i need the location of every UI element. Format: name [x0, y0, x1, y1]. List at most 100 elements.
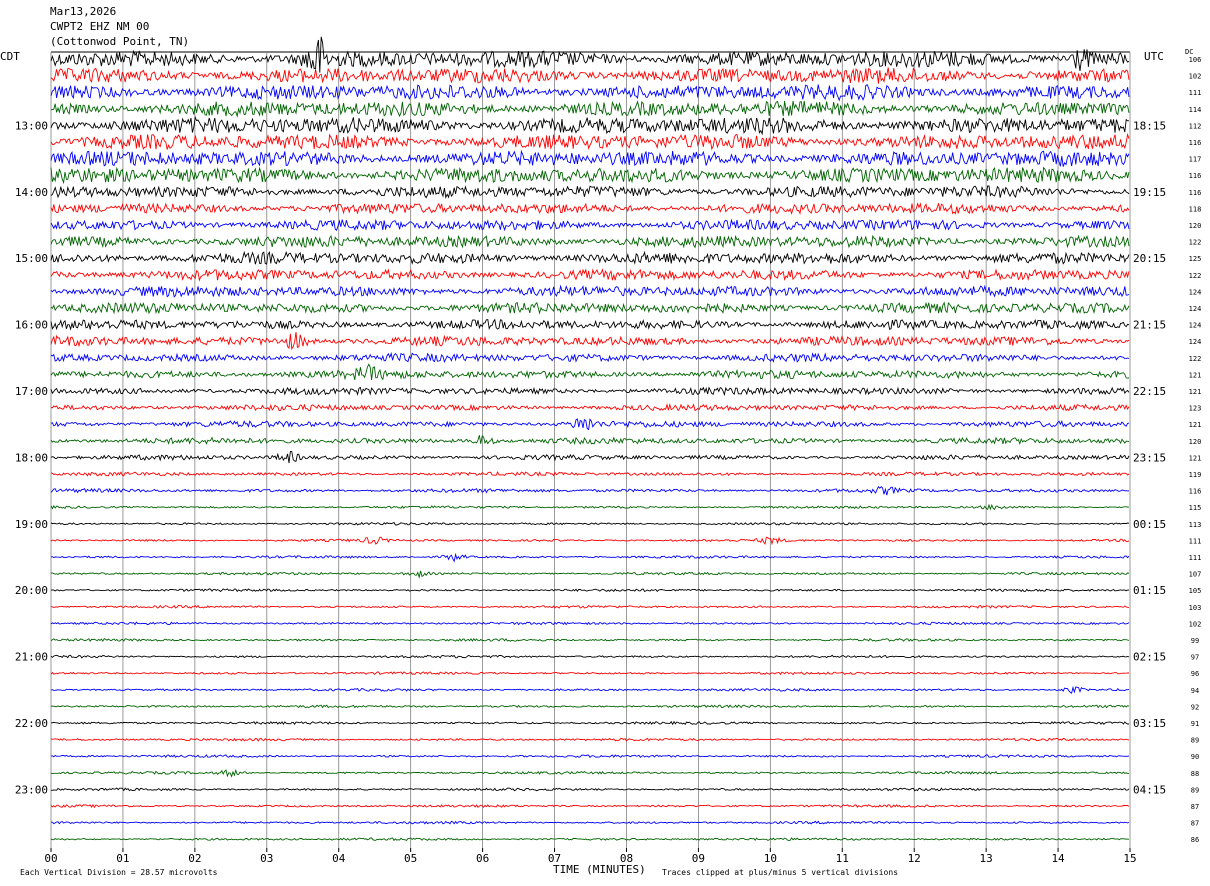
dc-offset-label: 106 [1189, 56, 1202, 64]
right-hour-label: 00:15 [1133, 518, 1166, 531]
x-tick-label: 01 [116, 852, 129, 865]
dc-offset-label: 87 [1191, 803, 1199, 811]
dc-offset-label: 121 [1189, 421, 1202, 429]
right-hour-label: 03:15 [1133, 717, 1166, 730]
right-hour-label: 01:15 [1133, 584, 1166, 597]
dc-offset-label: 88 [1191, 770, 1199, 778]
left-hour-label: 23:00 [15, 783, 48, 796]
dc-offset-label: 122 [1189, 239, 1202, 247]
seismic-trace [51, 720, 1129, 726]
right-hour-label: 19:15 [1133, 186, 1166, 199]
left-hour-label: 18:00 [15, 451, 48, 464]
dc-offset-label: 116 [1189, 488, 1202, 496]
seismic-trace [50, 318, 1130, 331]
dc-offset-label: 114 [1189, 106, 1202, 114]
seismic-trace [50, 36, 1130, 73]
seismic-trace [50, 654, 1130, 659]
seismic-trace [50, 485, 1130, 496]
right-hour-label: 20:15 [1133, 252, 1166, 265]
seismic-trace [50, 588, 1130, 593]
dc-offset-label: 120 [1189, 438, 1202, 446]
dc-offset-label: 115 [1189, 504, 1202, 512]
seismic-trace [50, 84, 1130, 102]
seismic-trace [50, 768, 1130, 778]
right-hour-label: 22:15 [1133, 385, 1166, 398]
left-hour-label: 22:00 [15, 717, 48, 730]
seismic-trace [50, 536, 1130, 546]
seismic-trace [50, 737, 1130, 742]
seismic-trace [50, 166, 1130, 185]
left-hour-label: 21:00 [15, 651, 48, 664]
right-zone-label: UTC [1144, 50, 1164, 63]
dc-offset-label: 102 [1189, 73, 1202, 81]
left-hour-label: 19:00 [15, 518, 48, 531]
seismic-trace [50, 754, 1130, 759]
seismic-trace [50, 218, 1130, 232]
right-hour-label: 18:15 [1133, 119, 1166, 132]
left-hour-label: 16:00 [15, 319, 48, 332]
scale-note: Each Vertical Division = 28.57 microvolt… [20, 868, 218, 877]
left-hour-label: 15:00 [15, 252, 48, 265]
dc-offset-label: 89 [1191, 737, 1199, 745]
dc-offset-label: 124 [1189, 338, 1202, 346]
seismic-trace [50, 521, 1130, 526]
x-tick-label: 06 [476, 852, 489, 865]
dc-offset-label: 116 [1189, 139, 1202, 147]
x-tick-label: 00 [44, 852, 57, 865]
seismic-trace [50, 503, 1130, 511]
left-hour-label: 20:00 [15, 584, 48, 597]
dc-offset-label: 97 [1191, 654, 1199, 662]
x-tick-label: 12 [908, 852, 921, 865]
dc-offset-label: 122 [1189, 355, 1202, 363]
dc-offset-label: 121 [1189, 371, 1202, 379]
dc-offset-label: 103 [1189, 604, 1202, 612]
x-tick-label: 14 [1051, 852, 1065, 865]
dc-offset-label: 112 [1189, 122, 1202, 130]
seismic-trace [51, 820, 1130, 825]
seismic-trace [50, 185, 1130, 199]
dc-offset-label: 125 [1189, 255, 1202, 263]
x-tick-label: 05 [404, 852, 417, 865]
left-zone-label: CDT [0, 50, 20, 63]
seismic-trace [50, 450, 1130, 464]
dc-offset-label: 116 [1189, 189, 1202, 197]
seismic-trace [50, 471, 1130, 477]
right-hour-label: 04:15 [1133, 783, 1166, 796]
dc-offset-label: 124 [1189, 288, 1202, 296]
dc-offset-label: 92 [1191, 703, 1199, 711]
dc-offset-label: 87 [1191, 820, 1199, 828]
seismic-trace [50, 301, 1130, 315]
seismic-trace [50, 202, 1130, 215]
x-tick-label: 02 [188, 852, 201, 865]
dc-offset-label: 123 [1189, 405, 1202, 413]
clip-note: Traces clipped at plus/minus 5 vertical … [662, 868, 899, 877]
x-tick-label: 15 [1123, 852, 1136, 865]
seismic-trace [50, 837, 1129, 842]
seismic-trace [50, 115, 1129, 136]
seismic-trace [50, 787, 1130, 792]
seismic-trace [50, 250, 1130, 265]
dc-offset-label: 111 [1189, 89, 1202, 97]
dc-offset-label: 91 [1191, 720, 1199, 728]
left-hour-label: 13:00 [15, 119, 48, 132]
seismic-trace [50, 570, 1130, 579]
left-hour-label: 14:00 [15, 186, 48, 199]
seismic-trace [50, 67, 1130, 84]
dc-offset-label: 118 [1189, 205, 1202, 213]
right-hour-label: 23:15 [1133, 451, 1166, 464]
x-axis-title: TIME (MINUTES) [553, 863, 646, 876]
seismic-trace [50, 552, 1130, 563]
x-tick-label: 04 [332, 852, 346, 865]
x-tick-label: 10 [764, 852, 777, 865]
dc-offset-label: 96 [1191, 670, 1199, 678]
dc-label: DC [1185, 48, 1194, 56]
right-hour-label: 02:15 [1133, 651, 1166, 664]
dc-offset-label: 111 [1189, 554, 1202, 562]
dc-offset-label: 105 [1189, 587, 1202, 595]
seismic-trace [50, 604, 1130, 609]
x-tick-label: 09 [692, 852, 705, 865]
seismic-trace [50, 402, 1130, 412]
dc-offset-label: 102 [1189, 620, 1202, 628]
dc-offset-label: 94 [1191, 687, 1199, 695]
dc-offset-label: 117 [1189, 156, 1202, 164]
